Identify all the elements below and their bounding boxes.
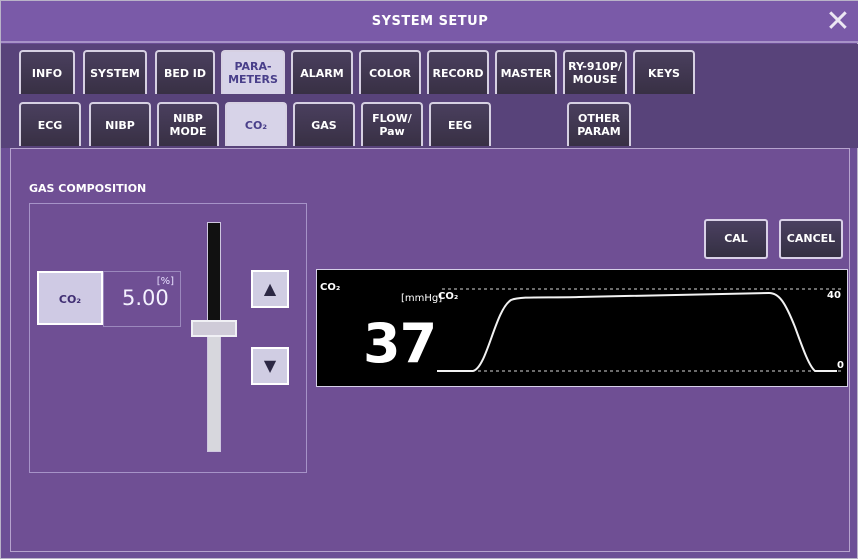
increase-arrow-button[interactable]: ▲ [251, 270, 289, 308]
tab-ry-910p-mouse[interactable]: RY-910P/ MOUSE [563, 50, 627, 94]
tab-record[interactable]: RECORD [427, 50, 489, 94]
co2-slider-track[interactable] [207, 222, 221, 452]
tab-gas[interactable]: GAS [293, 102, 355, 146]
co2-slider-thumb[interactable] [191, 320, 237, 337]
cancel-button[interactable]: CANCEL [779, 219, 843, 259]
decrease-arrow-button[interactable]: ▼ [251, 347, 289, 385]
tab-nibp[interactable]: NIBP [89, 102, 151, 146]
tab-parameters[interactable]: PARA- METERS [221, 50, 285, 94]
tab-bed-id[interactable]: BED ID [155, 50, 215, 94]
tab-nibp-mode[interactable]: NIBP MODE [157, 102, 219, 146]
tab-system[interactable]: SYSTEM [83, 50, 147, 94]
co2-slider-fill [208, 332, 220, 451]
tab-row-primary: INFO SYSTEM BED ID PARA- METERS ALARM CO… [1, 44, 858, 97]
chevron-up-icon: ▲ [263, 279, 277, 298]
co2-select-button[interactable]: CO₂ [37, 271, 103, 325]
tab-keys[interactable]: KEYS [633, 50, 695, 94]
scale-top-label: 40 [827, 290, 841, 301]
tab-row-secondary: ECG NIBP NIBP MODE CO₂ GAS FLOW/ Paw EEG… [1, 97, 858, 148]
tab-flow-paw[interactable]: FLOW/ Paw [361, 102, 423, 146]
tab-master[interactable]: MASTER [495, 50, 557, 94]
tab-color[interactable]: COLOR [359, 50, 421, 94]
close-icon[interactable]: ✕ [823, 7, 853, 37]
co2-value: 5.00 [122, 286, 169, 310]
scale-bottom-label: 0 [837, 360, 844, 371]
tab-eeg[interactable]: EEG [429, 102, 491, 146]
tab-info[interactable]: INFO [19, 50, 75, 94]
tab-co2[interactable]: CO₂ [225, 102, 287, 146]
tab-ecg[interactable]: ECG [19, 102, 81, 146]
title-bar: SYSTEM SETUP ✕ [1, 1, 858, 43]
co2-trace-label: CO₂ [438, 291, 459, 302]
window-title: SYSTEM SETUP [371, 14, 489, 29]
co2-waveform: CO₂ [mmHg] CO₂ 37 40 0 [316, 269, 848, 387]
tab-other-param[interactable]: OTHER PARAM [567, 102, 631, 146]
co2-value-field[interactable]: [%] 5.00 [103, 271, 181, 327]
co2-current-value: 37 [363, 312, 437, 375]
co2-unit-mmhg: [mmHg] [401, 293, 443, 304]
gas-composition-label: GAS COMPOSITION [29, 182, 147, 195]
chevron-down-icon: ▼ [263, 356, 277, 375]
system-setup-window: SYSTEM SETUP ✕ INFO SYSTEM BED ID PARA- … [0, 0, 858, 559]
cal-button[interactable]: CAL [704, 219, 768, 259]
co2-param-label: CO₂ [320, 282, 341, 293]
tab-alarm[interactable]: ALARM [291, 50, 353, 94]
gas-composition-box [29, 203, 307, 473]
